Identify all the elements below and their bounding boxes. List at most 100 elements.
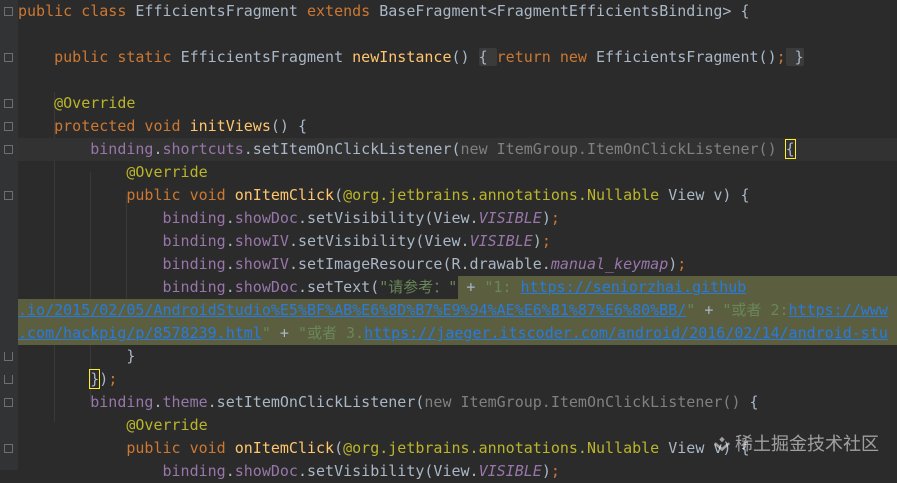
code-token: protected void (54, 117, 190, 135)
code-editor[interactable]: public class EfficientsFragment extends … (0, 0, 897, 480)
code-token: VISIBLE (478, 209, 542, 227)
code-token: EfficientsFragment() (596, 48, 777, 66)
code-token: } (89, 369, 101, 389)
code-token: () (451, 48, 479, 66)
code-line[interactable]: }); (18, 368, 897, 391)
code-token: @org.jetbrains.annotations. (343, 186, 587, 204)
code-token: + (466, 278, 485, 296)
code-token: "或者 3. (297, 324, 365, 342)
code-token: new ItemGroup.ItemOnClickListener() (460, 140, 786, 158)
code-line[interactable]: binding.showIV.setVisibility(View.VISIBL… (18, 230, 897, 253)
code-link[interactable]: https://jaeger.itscoder.com/android/2016… (364, 324, 888, 342)
code-token: { (749, 393, 759, 411)
code-token: showDoc (234, 462, 298, 480)
code-token: showIV (234, 232, 289, 250)
code-token: "请参考：" (379, 278, 467, 296)
code-token: return new (496, 48, 596, 66)
code-token: theme (162, 393, 208, 411)
code-line[interactable]: binding.showDoc.setText("请参考：" + "1: htt… (18, 276, 897, 299)
code-token: ( (334, 186, 344, 204)
code-token: @org.jetbrains.annotations. (343, 439, 587, 457)
code-token: @Override (54, 94, 136, 112)
code-token: . (225, 209, 235, 227)
code-token: onItemClick (234, 439, 335, 457)
code-token: + (704, 301, 723, 319)
code-link[interactable]: .io/2015/02/05/AndroidStudio%E5%BF%AB%E6… (18, 301, 686, 319)
code-area[interactable]: public class EfficientsFragment extends … (0, 0, 897, 480)
code-token: binding (162, 462, 226, 480)
code-token: showIV (234, 255, 289, 273)
code-token: VISIBLE (469, 232, 533, 250)
code-token: public class (18, 2, 136, 20)
code-token: BaseFragment<FragmentEfficientsBinding> … (379, 2, 750, 20)
code-token: View v) { (668, 186, 750, 204)
code-line[interactable]: } (18, 345, 897, 368)
code-token: . (225, 462, 235, 480)
code-token: new ItemGroup.ItemOnClickListener() (424, 393, 750, 411)
code-token: .setVisibility(View. (297, 462, 479, 480)
code-token: newInstance (352, 48, 452, 66)
code-line[interactable] (18, 23, 897, 46)
code-token[interactable]: } (785, 48, 804, 66)
code-token: .setItemOnClickListener( (243, 140, 461, 158)
code-line[interactable] (18, 69, 897, 92)
watermark-text: 稀土掘金技术社区 (735, 434, 879, 455)
code-token: .setText( (297, 278, 380, 296)
juejin-logo-icon (713, 436, 731, 452)
code-link[interactable]: .com/hackpig/p/8578239.html (18, 324, 262, 342)
code-token: shortcuts (162, 140, 244, 158)
code-link[interactable]: https://www (789, 301, 888, 319)
code-token: . (225, 232, 235, 250)
code-token: ; (541, 232, 551, 250)
code-line[interactable]: @Override (18, 161, 897, 184)
code-token: ; (550, 462, 560, 480)
code-token: "或者 2: (722, 301, 789, 319)
code-token: VISIBLE (478, 462, 542, 480)
code-token: . (225, 278, 235, 296)
code-token: EfficientsFragment (180, 48, 353, 66)
code-line[interactable]: binding.showDoc.setVisibility(View.VISIB… (18, 207, 897, 230)
code-token: .setVisibility(View. (288, 232, 470, 250)
code-line[interactable]: binding.theme.setItemOnClickListener(new… (18, 391, 897, 414)
code-token[interactable]: { (478, 48, 497, 66)
code-line[interactable]: binding.showDoc.setVisibility(View.VISIB… (18, 460, 897, 483)
code-token: binding (90, 140, 154, 158)
code-token: Nullable (586, 186, 669, 204)
code-token: } (18, 347, 136, 365)
code-token: public static (54, 48, 181, 66)
code-line[interactable]: protected void initViews() { (18, 115, 897, 138)
code-line[interactable]: public class EfficientsFragment extends … (18, 0, 897, 23)
code-line[interactable]: public void onItemClick(@org.jetbrains.a… (18, 184, 897, 207)
code-line[interactable]: binding.showIV.setImageResource(R.drawab… (18, 253, 897, 276)
code-token: ) (541, 209, 551, 227)
code-line[interactable]: @Override (18, 92, 897, 115)
code-token: public void (126, 439, 235, 457)
code-line[interactable]: public static EfficientsFragment newInst… (18, 46, 897, 69)
code-token: initViews (189, 117, 271, 135)
code-line[interactable]: .io/2015/02/05/AndroidStudio%E5%BF%AB%E6… (18, 299, 897, 322)
code-token: ) (99, 370, 109, 388)
code-token: ; (108, 370, 118, 388)
code-token: .setVisibility(View. (297, 209, 479, 227)
code-token: manual_keymap (550, 255, 669, 273)
code-token: @Override (126, 163, 208, 181)
code-token: onItemClick (234, 186, 335, 204)
code-token: . (153, 393, 163, 411)
code-token: binding (162, 255, 226, 273)
code-link[interactable]: https://seniorzhai.github (521, 278, 747, 296)
code-token: @Override (126, 416, 208, 434)
code-line[interactable]: binding.shortcuts.setItemOnClickListener… (18, 138, 897, 161)
code-token: binding (162, 209, 226, 227)
watermark: 稀土掘金技术社区 (713, 430, 879, 456)
code-line[interactable]: .com/hackpig/p/8578239.html" + "或者 3.htt… (18, 322, 897, 345)
code-token: ) (532, 232, 542, 250)
